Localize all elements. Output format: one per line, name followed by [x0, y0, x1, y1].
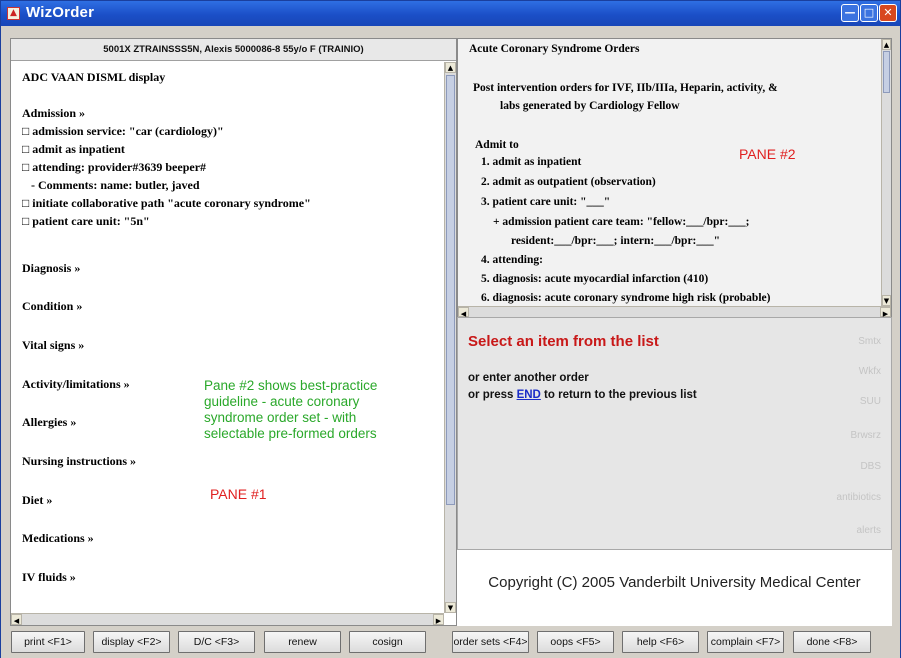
section-diet[interactable]: Diet »	[22, 493, 52, 508]
select-instruction-2: or press END to return to the previous l…	[468, 389, 697, 401]
scroll-down-arrow[interactable]: ▼	[445, 602, 456, 613]
end-link[interactable]: END	[517, 389, 541, 401]
app-icon: ▲	[7, 7, 20, 20]
copyright-text: Copyright (C) 2005 Vanderbilt University…	[488, 574, 861, 591]
scroll-up-arrow[interactable]: ▲	[445, 62, 456, 73]
scroll-down-arrow[interactable]: ▼	[882, 295, 891, 306]
ghost-label: Smtx	[858, 336, 881, 347]
ghost-label: Wkfx	[858, 366, 881, 377]
display-button[interactable]: display <F2>	[93, 631, 170, 653]
section-diagnosis[interactable]: Diagnosis »	[22, 261, 80, 276]
order-option-1[interactable]: 1. admit as inpatient	[481, 156, 581, 168]
order-display-pane: 5001X ZTRAINSSS5N, Alexis 5000086-8 55y/…	[10, 38, 457, 626]
scroll-left-arrow[interactable]: ◀	[458, 307, 469, 318]
patient-header: 5001X ZTRAINSSS5N, Alexis 5000086-8 55y/…	[11, 39, 456, 61]
help-button[interactable]: help <F6>	[622, 631, 699, 653]
order-admission-service[interactable]: □ admission service: "car (cardiology)"	[22, 124, 224, 139]
order-set-intro-2: labs generated by Cardiology Fellow	[500, 100, 680, 112]
left-pane-title: ADC VAAN DISML display	[22, 70, 166, 84]
scroll-right-arrow[interactable]: ▶	[880, 307, 891, 318]
maximize-button[interactable]: □	[860, 4, 878, 22]
order-option-care-team[interactable]: + admission patient care team: "fellow:_…	[493, 216, 749, 228]
complain-button[interactable]: complain <F7>	[707, 631, 784, 653]
order-option-6[interactable]: 6. diagnosis: acute coronary syndrome hi…	[481, 292, 770, 304]
section-nursing[interactable]: Nursing instructions »	[22, 454, 136, 469]
ghost-label: Brwsrz	[850, 430, 881, 441]
section-admission[interactable]: Admission »	[22, 106, 85, 121]
order-option-care-team-2[interactable]: resident:___/bpr:___; intern:___/bpr:___…	[511, 235, 720, 247]
order-option-3[interactable]: 3. patient care unit: "___"	[481, 196, 610, 208]
function-key-toolbar: print <F1> display <F2> D/C <F3> renew c…	[1, 629, 900, 658]
section-condition[interactable]: Condition »	[22, 299, 82, 314]
scroll-thumb[interactable]	[883, 51, 890, 93]
annotation-pane1: PANE #1	[210, 486, 267, 502]
close-button[interactable]: ✕	[879, 4, 897, 22]
order-option-2[interactable]: 2. admit as outpatient (observation)	[481, 176, 656, 188]
instruction-text: or press	[468, 389, 517, 401]
print-button[interactable]: print <F1>	[11, 631, 85, 653]
section-medications[interactable]: Medications »	[22, 531, 94, 546]
order-option-4[interactable]: 4. attending:	[481, 254, 543, 266]
annotation-pane2: PANE #2	[739, 146, 796, 162]
left-vertical-scrollbar[interactable]: ▲ ▼	[444, 62, 456, 613]
ghost-label: SUU	[859, 396, 881, 407]
window-title: WizOrder	[26, 4, 95, 21]
annotation-line: Pane #2 shows best-practice	[204, 378, 378, 393]
renew-button[interactable]: renew	[264, 631, 341, 653]
left-horizontal-scrollbar[interactable]: ◀ ▶	[11, 613, 444, 625]
order-sets-button[interactable]: order sets <F4>	[452, 631, 529, 653]
order-option-5[interactable]: 5. diagnosis: acute myocardial infarctio…	[481, 273, 708, 285]
order-attending[interactable]: □ attending: provider#3639 beeper#	[22, 160, 206, 175]
ghost-label: alerts	[856, 525, 881, 536]
cosign-button[interactable]: cosign	[349, 631, 426, 653]
left-pane-content: ADC VAAN DISML display Admission » □ adm…	[11, 62, 444, 613]
oops-button[interactable]: oops <F5>	[537, 631, 614, 653]
scroll-thumb[interactable]	[446, 75, 455, 505]
title-bar[interactable]: ▲ WizOrder — □ ✕	[1, 1, 900, 26]
order-comments: - Comments: name: butler, javed	[22, 178, 200, 192]
order-set-intro: Post intervention orders for IVF, IIb/II…	[473, 82, 778, 94]
section-allergies[interactable]: Allergies »	[22, 415, 76, 430]
select-panel: Select an item from the list or enter an…	[457, 317, 892, 550]
order-set-title: Acute Coronary Syndrome Orders	[469, 43, 640, 55]
right-vertical-scrollbar[interactable]: ▲ ▼	[881, 39, 891, 306]
section-vital-signs[interactable]: Vital signs »	[22, 338, 84, 353]
select-instruction: or enter another order	[468, 372, 589, 384]
scroll-left-arrow[interactable]: ◀	[11, 614, 22, 625]
section-activity[interactable]: Activity/limitations »	[22, 377, 130, 392]
minimize-button[interactable]: —	[841, 4, 859, 22]
annotation-line: syndrome order set - with	[204, 410, 357, 425]
done-button[interactable]: done <F8>	[793, 631, 871, 653]
discontinue-button[interactable]: D/C <F3>	[178, 631, 255, 653]
select-title: Select an item from the list	[468, 333, 659, 350]
ghost-label: DBS	[860, 461, 881, 472]
scroll-up-arrow[interactable]: ▲	[882, 39, 891, 50]
order-set-pane: Acute Coronary Syndrome Orders Post inte…	[457, 38, 892, 318]
annotation-note: Pane #2 shows best-practice guideline - …	[204, 378, 377, 442]
ghost-label: antibiotics	[836, 492, 881, 503]
order-collaborative-path[interactable]: □ initiate collaborative path "acute cor…	[22, 196, 311, 211]
annotation-line: selectable pre-formed orders	[204, 426, 377, 441]
section-iv-fluids[interactable]: IV fluids »	[22, 570, 76, 585]
right-pane-content: Acute Coronary Syndrome Orders Post inte…	[458, 39, 881, 306]
order-admit-inpatient[interactable]: □ admit as inpatient	[22, 142, 125, 157]
admit-heading: Admit to	[475, 139, 519, 151]
right-horizontal-scrollbar[interactable]: ◀ ▶	[458, 306, 891, 318]
wizorder-window: ▲ WizOrder — □ ✕ 5001X ZTRAINSSS5N, Alex…	[0, 0, 901, 658]
order-patient-care-unit[interactable]: □ patient care unit: "5n"	[22, 214, 150, 229]
scroll-right-arrow[interactable]: ▶	[433, 614, 444, 625]
copyright-panel: Copyright (C) 2005 Vanderbilt University…	[457, 550, 892, 626]
instruction-text: to return to the previous list	[540, 389, 697, 401]
annotation-line: guideline - acute coronary	[204, 394, 360, 409]
